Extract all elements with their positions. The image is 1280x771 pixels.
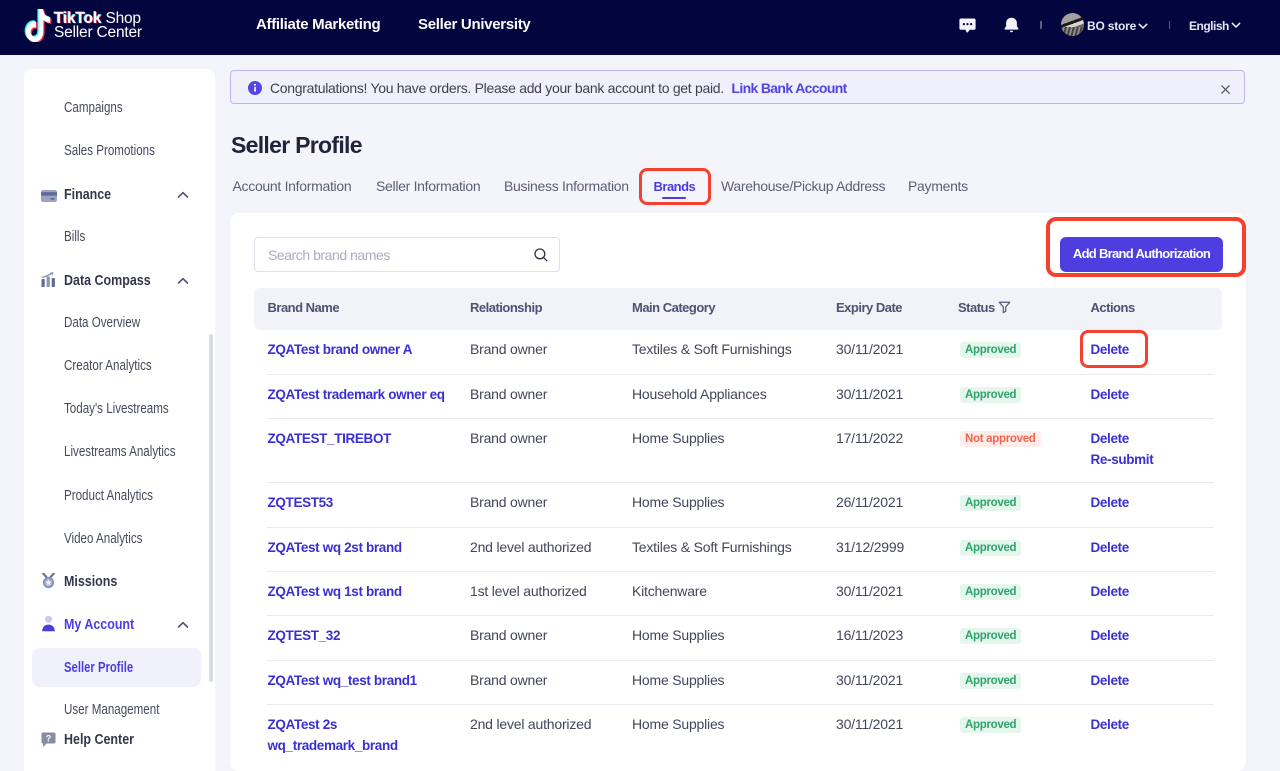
svg-text:?: ? (46, 733, 52, 743)
